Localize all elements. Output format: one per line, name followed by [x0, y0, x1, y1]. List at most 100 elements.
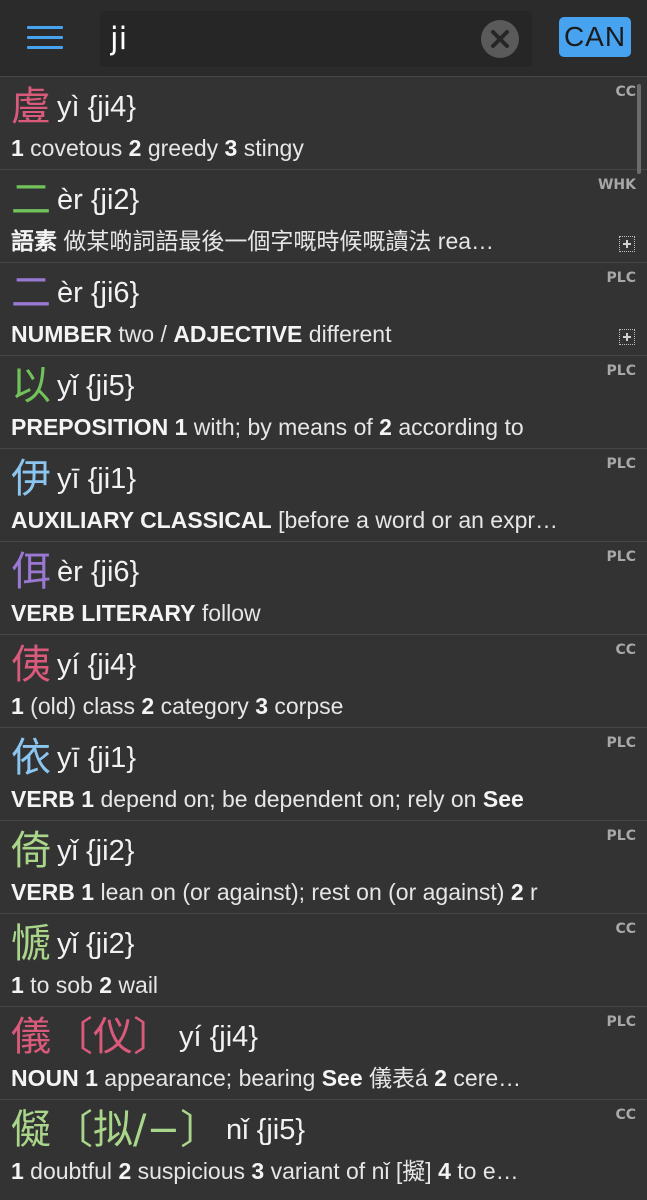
search-input[interactable] — [110, 11, 470, 67]
entry-romanization: yǐ {ji5} — [57, 370, 135, 402]
definition-text: variant of nǐ [擬] — [264, 1158, 439, 1184]
entry-character: 儀 — [11, 1014, 51, 1060]
definition-text: stingy — [237, 135, 304, 161]
expand-icon[interactable] — [619, 236, 635, 252]
entry-headline: 䖒 yì {ji4} — [11, 81, 136, 133]
definition-label: AUXILIARY CLASSICAL — [11, 507, 272, 533]
scrollbar[interactable] — [637, 84, 641, 174]
entry-headline: 㥴 yǐ {ji2} — [11, 918, 134, 970]
result-row[interactable]: 儗 〔拟/−〕 nǐ {ji5} CC 1 doubtful 2 suspici… — [0, 1099, 647, 1192]
entry-character: 佴 — [11, 549, 51, 595]
definition-label: See — [482, 786, 524, 812]
source-label: PLC — [606, 363, 636, 379]
entry-definition: 1 (old) class 2 category 3 corpse — [11, 691, 601, 721]
definition-text: category — [154, 693, 256, 719]
definition-text: covetous — [23, 135, 129, 161]
definition-label: VERB — [11, 786, 75, 812]
definition-text: 儀表á — [362, 1065, 435, 1091]
menu-line — [27, 26, 63, 29]
search-box — [100, 11, 532, 67]
definition-label: 2 — [379, 414, 392, 440]
source-label: CC — [615, 1107, 636, 1123]
definition-text: [before a word or an expr… — [271, 507, 559, 533]
entry-definition: NUMBER two / ADJECTIVE different — [11, 319, 601, 349]
entry-variant: 〔仪〕 — [53, 1014, 173, 1060]
definition-text: wail — [112, 972, 159, 998]
result-row[interactable]: 二 èr {ji2} WHK 語素 做某啲詞語最後一個字嘅時候嘅讀法 rea… — [0, 169, 647, 262]
definition-label: 1 — [11, 1158, 24, 1184]
definition-text: (old) class — [23, 693, 142, 719]
entry-headline: 二 èr {ji2} — [11, 174, 139, 226]
entry-definition: VERB 1 lean on (or against); rest on (or… — [11, 877, 611, 907]
hamburger-menu-icon[interactable] — [20, 22, 70, 56]
entry-headline: 以 yǐ {ji5} — [11, 360, 134, 412]
result-row[interactable]: 㥴 yǐ {ji2} CC 1 to sob 2 wail — [0, 913, 647, 1006]
entry-romanization: yí {ji4} — [179, 1021, 258, 1053]
result-row[interactable]: 依 yī {ji1} PLC VERB 1 depend on; be depe… — [0, 727, 647, 820]
definition-label: 4 — [438, 1158, 451, 1184]
entry-romanization: yǐ {ji2} — [57, 835, 135, 867]
definition-text: to e… — [450, 1158, 519, 1184]
expand-icon[interactable] — [619, 329, 635, 345]
result-row[interactable]: 以 yǐ {ji5} PLC PREPOSITION 1 with; by me… — [0, 355, 647, 448]
definition-text: 做某啲詞語最後一個字嘅時候嘅讀法 rea… — [57, 228, 495, 254]
definition-text: r — [523, 879, 538, 905]
top-bar: CAN — [0, 0, 647, 76]
definition-text: to sob — [23, 972, 100, 998]
entry-definition: 1 to sob 2 wail — [11, 970, 601, 1000]
definition-label: 2 — [99, 972, 113, 998]
clear-search-icon[interactable] — [481, 20, 519, 58]
entry-headline: 二 èr {ji6} — [11, 267, 139, 319]
definition-label: 2 — [128, 135, 142, 161]
definition-text: with; by means of — [187, 414, 380, 440]
entry-character: 倚 — [11, 828, 51, 874]
entry-headline: 侇 yí {ji4} — [11, 639, 136, 691]
result-row[interactable]: 侇 yí {ji4} CC 1 (old) class 2 category 3… — [0, 634, 647, 727]
entry-romanization: yí {ji4} — [57, 649, 136, 681]
definition-text: doubtful — [23, 1158, 119, 1184]
source-label: PLC — [606, 735, 636, 751]
definition-label: NOUN — [11, 1065, 79, 1091]
definition-label: NUMBER — [11, 321, 112, 347]
definition-label: 1 — [85, 1065, 98, 1091]
language-toggle-button[interactable]: CAN — [559, 17, 631, 57]
source-label: PLC — [606, 456, 636, 472]
definition-text: corpse — [267, 693, 344, 719]
definition-text: follow — [195, 600, 261, 626]
entry-definition: AUXILIARY CLASSICAL [before a word or an… — [11, 505, 601, 535]
entry-headline: 佴 èr {ji6} — [11, 546, 139, 598]
entry-character: 侇 — [11, 642, 51, 688]
definition-text: two / — [111, 321, 174, 347]
entry-definition: VERB 1 depend on; be dependent on; rely … — [11, 784, 611, 814]
definition-text: greedy — [141, 135, 225, 161]
definition-text: suspicious — [131, 1158, 252, 1184]
entry-character: 儗 — [11, 1107, 51, 1153]
definition-label: 1 — [81, 879, 95, 905]
definition-label: 1 — [81, 786, 95, 812]
result-row[interactable]: 䖒 yì {ji4} CC 1 covetous 2 greedy 3 stin… — [0, 76, 647, 169]
result-row[interactable]: 倚 yǐ {ji2} PLC VERB 1 lean on (or agains… — [0, 820, 647, 913]
definition-text: cere… — [447, 1065, 522, 1091]
result-row[interactable]: 二 èr {ji6} PLC NUMBER two / ADJECTIVE di… — [0, 262, 647, 355]
entry-definition: 1 doubtful 2 suspicious 3 variant of nǐ … — [11, 1156, 601, 1186]
entry-character: 䖒 — [11, 84, 51, 130]
entry-character: 伊 — [11, 456, 51, 502]
source-label: PLC — [606, 1014, 636, 1030]
definition-label: 3 — [255, 693, 268, 719]
result-row[interactable]: 佴 èr {ji6} PLC VERB LITERARY follow — [0, 541, 647, 634]
result-row[interactable]: 伊 yī {ji1} PLC AUXILIARY CLASSICAL [befo… — [0, 448, 647, 541]
entry-definition: NOUN 1 appearance; bearing See 儀表á 2 cer… — [11, 1063, 601, 1093]
definition-text: depend on; be dependent on; rely on — [94, 786, 483, 812]
source-label: CC — [615, 921, 636, 937]
entry-definition: 語素 做某啲詞語最後一個字嘅時候嘅讀法 rea… — [11, 226, 601, 256]
definition-label: 2 — [434, 1065, 448, 1091]
definition-label: 1 — [11, 135, 24, 161]
source-label: CC — [615, 642, 636, 658]
source-label: PLC — [606, 549, 636, 565]
entry-headline: 伊 yī {ji1} — [11, 453, 136, 505]
entry-character: 二 — [11, 177, 51, 223]
definition-text: according to — [391, 414, 524, 440]
entry-romanization: yì {ji4} — [57, 91, 136, 123]
entry-headline: 儗 〔拟/−〕 nǐ {ji5} — [11, 1104, 305, 1156]
result-row[interactable]: 儀 〔仪〕 yí {ji4} PLC NOUN 1 appearance; be… — [0, 1006, 647, 1099]
